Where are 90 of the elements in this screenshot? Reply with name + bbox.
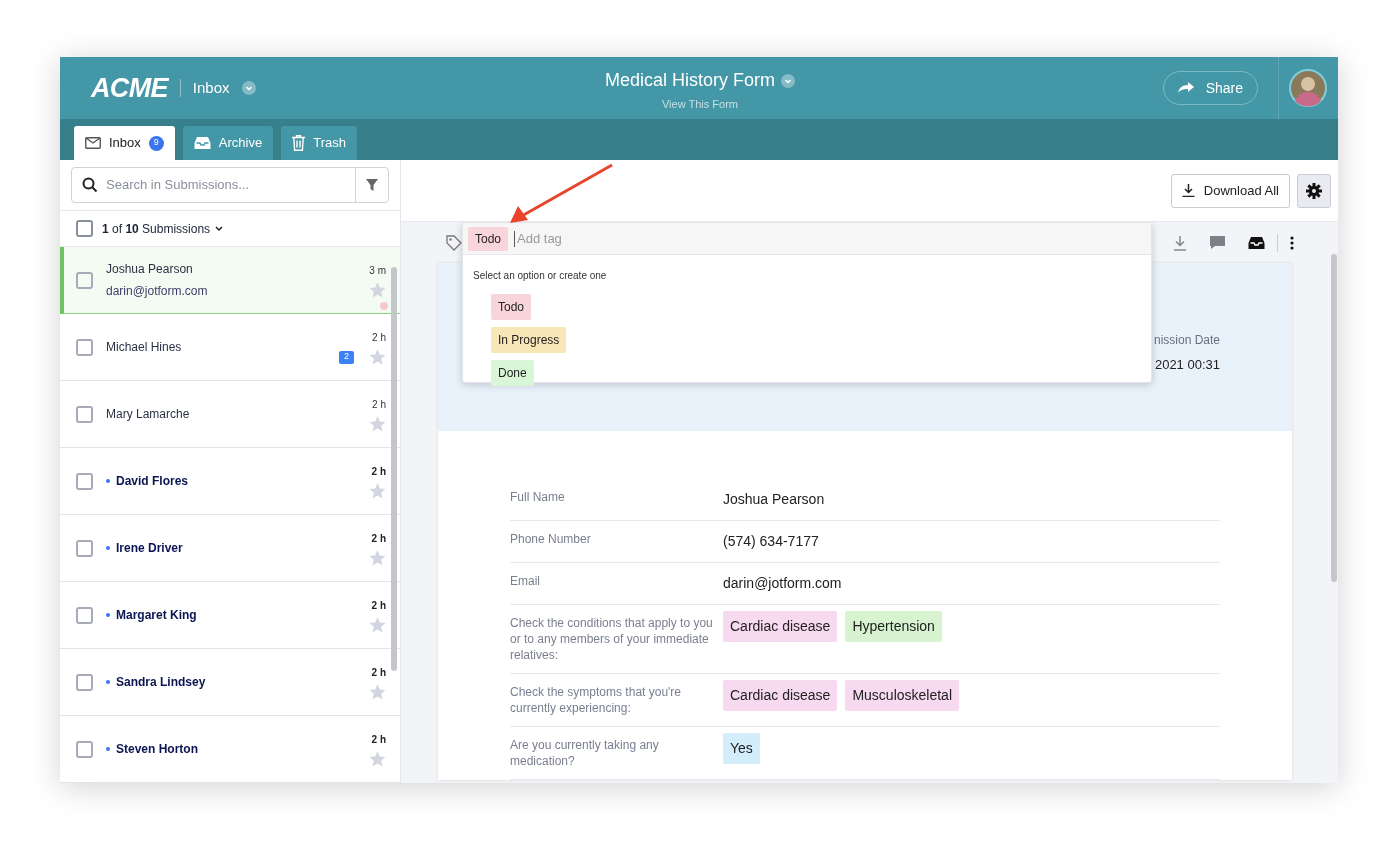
download-icon[interactable] [1173,234,1187,251]
share-arrow-icon [1177,82,1194,94]
search-input[interactable]: Search in Submissions... [106,175,355,195]
time-label: 2 h [372,398,386,412]
field-label: Check the symptoms that you're currently experiencing: [510,684,683,716]
settings-icon [1306,182,1322,199]
checkbox[interactable] [76,539,93,557]
submitter-name: Margaret King [116,607,197,624]
answer-chip: Hypertension [845,611,942,642]
checkbox[interactable] [76,405,93,423]
filter-icon [366,179,378,192]
time-label: 2 h [371,532,386,546]
tray-icon [193,136,211,150]
submission-row[interactable]: Joshua Pearson darin@jotform.com 3 m [60,247,400,314]
star-icon[interactable] [369,751,386,767]
star-icon[interactable] [369,550,386,566]
checkbox[interactable] [76,220,93,238]
inbox-icon[interactable] [1248,235,1265,250]
field-value: (574) 634-7177 [723,532,819,551]
chevron-down-icon[interactable] [215,225,224,232]
more-icon[interactable] [1290,235,1294,250]
count-badge: 9 [148,135,164,151]
submitter-name: Irene Driver [116,540,183,557]
tag-field[interactable]: Todo Add tag [463,223,1151,255]
download-all-button[interactable]: Download All [1170,173,1290,208]
comment-count: 2 [339,350,354,364]
avatar[interactable] [1289,69,1327,107]
time-label: 2 h [372,331,386,345]
dropdown-hint: Select an option or create one [473,269,608,283]
tag-input[interactable]: Add tag [514,230,1151,247]
star-icon[interactable] [369,483,386,499]
settings-button[interactable] [1297,173,1331,208]
checkbox[interactable] [76,673,93,691]
submission-row[interactable]: Margaret King 2 h [60,582,400,649]
checkbox[interactable] [76,338,93,356]
star-icon[interactable] [369,282,386,298]
submission-row[interactable]: David Flores 2 h [60,448,400,515]
date-value: 2021 00:31 [1154,356,1220,374]
envelope-icon [85,137,101,149]
star-icon[interactable] [369,617,386,633]
trash-icon [292,135,306,151]
date-label: nission Date [1153,332,1220,349]
submitter-name: Joshua Pearson [106,261,193,278]
tag-option[interactable]: In Progress [491,327,567,353]
download-icon [1181,184,1195,197]
tab[interactable]: Inbox 9 [74,126,175,160]
submitter-name: Mary Lamarche [106,406,190,423]
answer-chip: Musculoskeletal [845,680,959,711]
answer-chip: Yes [723,733,760,764]
star-icon[interactable] [369,416,386,432]
tag-icon[interactable] [446,234,462,251]
field-value: Joshua Pearson [723,490,825,509]
checkbox[interactable] [76,606,93,624]
field-value: darin@jotform.com [723,574,842,593]
checkbox[interactable] [76,271,93,289]
submission-row[interactable]: Michael Hines 2 h 2 [60,314,400,381]
time-label: 2 h [371,733,386,747]
submission-row[interactable]: Mary Lamarche 2 h [60,381,400,448]
field-label: Check the conditions that apply to you or to any members of your immediate relatives: [510,615,714,663]
field-label: Are you currently taking any medication? [510,737,660,769]
time-label: 3 m [369,264,386,278]
search-field[interactable]: Search in Submissions... [71,167,389,204]
submitter-email: darin@jotform.com [106,283,208,300]
scrollbar[interactable] [391,267,397,671]
submission-count[interactable]: 1 of 10 Submissions [102,219,211,238]
checkbox[interactable] [76,472,93,490]
time-label: 2 h [371,666,386,680]
scrollbar[interactable] [1331,254,1337,582]
star-icon[interactable] [369,684,386,700]
tag-option[interactable]: Todo [491,294,532,320]
star-icon[interactable] [369,349,386,365]
submitter-name: David Flores [116,473,189,490]
field-label: Full Name [510,489,566,506]
time-label: 2 h [371,465,386,479]
field-label: Phone Number [510,531,592,548]
field-label: Email [510,573,541,590]
submitter-name: Michael Hines [106,339,182,356]
search-icon [82,177,98,194]
comment-icon[interactable] [1209,235,1226,250]
submitter-name: Sandra Lindsey [116,674,206,691]
submission-row[interactable]: Sandra Lindsey 2 h [60,649,400,716]
tag-option[interactable]: Done [491,360,534,386]
checkbox[interactable] [76,740,93,758]
submitter-name: Steven Horton [116,741,198,758]
answer-chip: Cardiac disease [723,680,838,711]
submission-row[interactable]: Steven Horton 2 h [60,716,400,783]
tag-chip[interactable]: Todo [468,226,509,251]
answer-chip: Cardiac disease [723,611,838,642]
submission-row[interactable]: Irene Driver 2 h [60,515,400,582]
time-label: 2 h [371,599,386,613]
